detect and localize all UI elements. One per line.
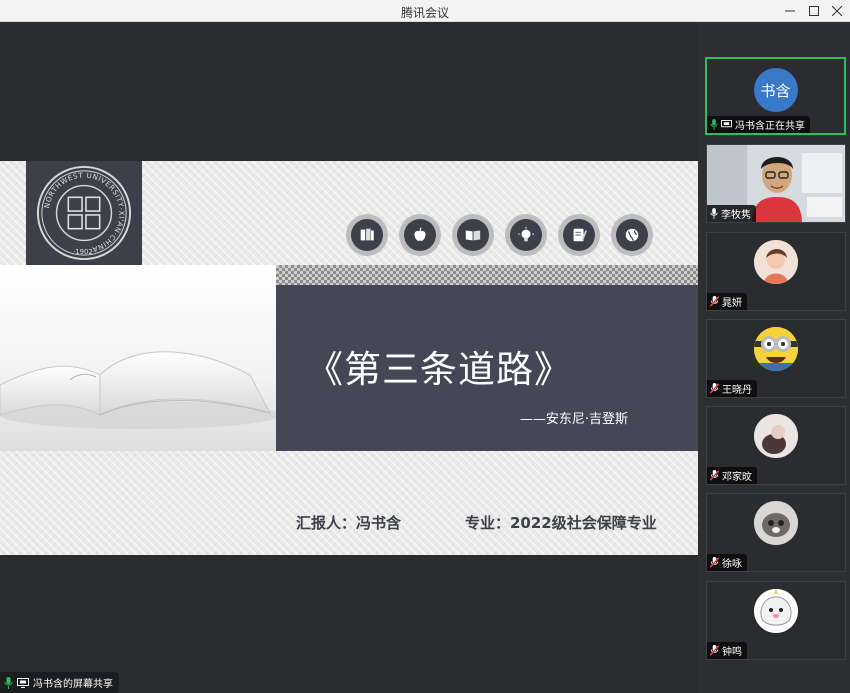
presentation-slide: NORTHWEST UNIVERSITY·XI'AN·CHINA ·1902· [0,161,698,555]
apple-icon [399,214,441,256]
participant-tile[interactable]: 书含 冯书含正在共享 [705,57,846,135]
minimize-button[interactable] [777,0,803,22]
screen-share-icon [17,677,29,688]
open-book-image [0,265,280,451]
microphone-muted-icon [710,557,719,568]
slide-subtitle: ——安东尼·吉登斯 [519,412,628,427]
window-title-bar: 腾讯会议 [0,0,850,22]
participant-tile[interactable]: 邓家旼 [706,406,846,485]
globe-icon [611,214,653,256]
reporter-text: 汇报人：冯书含 [296,514,402,532]
participant-name: 王晓丹 [722,385,752,396]
window-title: 腾讯会议 [400,6,449,20]
screen-share-label-text: 冯书含的屏幕共享 [33,679,113,690]
open-book-icon [452,214,494,256]
participant-name-tag: 钟鸣 [707,642,747,659]
participant-name-tag: 徐咏 [707,554,747,571]
close-icon [832,6,842,16]
participant-name: 徐咏 [722,559,742,570]
avatar [754,327,798,371]
avatar-text: 书含 [760,81,791,100]
participant-name: 晁妍 [722,298,742,309]
participant-name: 李牧隽 [721,210,751,221]
university-seal-icon: NORTHWEST UNIVERSITY·XI'AN·CHINA ·1902· [36,165,132,261]
slide-icon-row [346,214,653,256]
microphone-icon [710,208,718,219]
books-icon [346,214,388,256]
avatar [754,414,798,458]
participant-name: 钟鸣 [722,647,742,658]
svg-text:NORTHWEST UNIVERSITY·XI'AN·CHI: NORTHWEST UNIVERSITY·XI'AN·CHINA [42,171,126,255]
participant-tile[interactable]: 徐咏 [706,493,846,572]
participant-name: 邓家旼 [722,472,752,483]
microphone-muted-icon [710,383,719,394]
participant-name-tag: 冯书含正在共享 [707,116,810,133]
minimize-icon [785,10,795,12]
participant-tile[interactable]: 王晓丹 [706,319,846,398]
shared-screen-area: NORTHWEST UNIVERSITY·XI'AN·CHINA ·1902· [0,22,698,693]
participant-tile[interactable]: 晁妍 [706,232,846,311]
participant-tile[interactable]: 钟鸣 [706,581,846,660]
slide-title: 《第三条道路》 [306,348,572,391]
participant-name-tag: 李牧隽 [707,205,756,222]
participant-name-tag: 晁妍 [707,293,747,310]
university-logo: NORTHWEST UNIVERSITY·XI'AN·CHINA ·1902· [26,161,142,265]
screen-share-label: 冯书含的屏幕共享 [0,672,119,693]
maximize-icon [809,6,819,16]
participant-name-tag: 王晓丹 [707,380,757,397]
avatar [754,240,798,284]
participant-tile[interactable]: 李牧隽 [706,144,846,223]
decorative-checker-band [276,265,698,285]
microphone-muted-icon [710,296,719,307]
screen-share-icon [721,120,732,129]
participant-name-tag: 邓家旼 [707,467,757,484]
lightbulb-icon [505,214,547,256]
microphone-muted-icon [710,470,719,481]
avatar: 书含 [753,68,798,112]
slide-title-panel: 《第三条道路》 ——安东尼·吉登斯 [276,285,698,451]
microphone-icon [4,676,13,689]
microphone-muted-icon [710,645,719,656]
avatar [754,501,798,545]
participant-sidebar: 书含 冯书含正在共享 李牧隽 晁妍 王晓丹 邓家旼 徐咏 钟鸣 [698,22,850,693]
svg-text:·1902·: ·1902· [73,248,95,256]
participant-name: 冯书含正在共享 [735,121,805,132]
notebook-icon [558,214,600,256]
avatar [754,589,798,633]
major-text: 专业：2022级社会保障专业 [465,514,657,532]
microphone-icon [710,119,718,130]
close-button[interactable] [824,0,850,22]
